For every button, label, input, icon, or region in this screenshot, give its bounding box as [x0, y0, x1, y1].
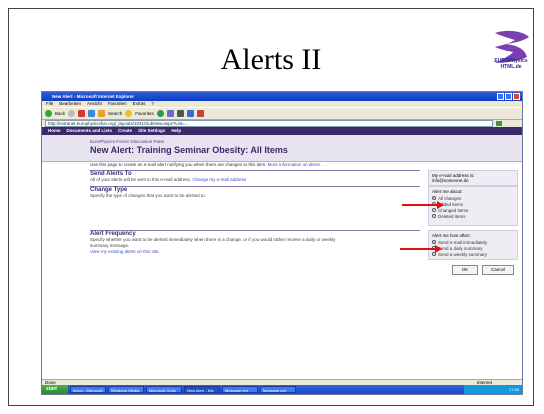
favorites-button[interactable]: Favorites	[135, 111, 154, 116]
menu-tools[interactable]: Extras	[133, 101, 146, 107]
view-alerts-link[interactable]: View my existing alerts on this site.	[90, 249, 420, 255]
maximize-button[interactable]	[505, 93, 512, 100]
back-button[interactable]: Back	[55, 111, 65, 116]
page-header: EuroPhysics Forum Discussion Pane New Al…	[42, 135, 522, 162]
option-deleted-items[interactable]: Deleted items	[432, 213, 514, 219]
system-tray-clock: 17:55	[464, 385, 522, 394]
close-button[interactable]	[513, 93, 520, 100]
address-bar: http://extranet.europhysicsfun.org/_layo…	[42, 120, 522, 127]
taskbar-item-active[interactable]: New Alert - Mic	[184, 386, 220, 393]
go-button[interactable]	[496, 121, 502, 126]
ok-button[interactable]: OK	[452, 265, 478, 275]
taskbar-item[interactable]: Message ext	[260, 386, 296, 393]
page-title: New Alert: Training Seminar Obesity: All…	[90, 145, 288, 155]
star-icon[interactable]	[125, 110, 133, 117]
nav-documents-lists[interactable]: Documents and Lists	[67, 127, 113, 135]
radio[interactable]	[432, 208, 436, 212]
messenger-icon[interactable]	[196, 110, 204, 117]
email-box: My e-mail address is: info@someone.de	[428, 170, 518, 186]
nav-create[interactable]: Create	[118, 127, 132, 135]
radio[interactable]	[432, 214, 436, 218]
search-button[interactable]: Search	[108, 111, 122, 116]
option-weekly-summary[interactable]: Send a weekly summary	[432, 251, 514, 257]
minimize-button[interactable]	[497, 93, 504, 100]
change-type-desc: Specify the type of changes that you wan…	[90, 193, 206, 198]
history-icon[interactable]	[156, 110, 164, 117]
sharepoint-topnav: Home Documents and Lists Create Site Set…	[42, 127, 522, 135]
send-alerts-desc: All of your alerts will be sent to this …	[90, 177, 192, 182]
address-input[interactable]: http://extranet.europhysicsfun.org/_layo…	[45, 120, 493, 127]
print-icon[interactable]	[176, 110, 184, 117]
menu-view[interactable]: Ansicht	[87, 101, 102, 107]
browser-toolbar: Back Search Favorites	[42, 107, 522, 120]
taskbar-item[interactable]: Microsoft Outlo	[146, 386, 182, 393]
taskbar-item[interactable]: Message ext	[222, 386, 258, 393]
edit-icon[interactable]	[186, 110, 194, 117]
slide: Alerts II EUROPhysics HTML.de New Alert -…	[8, 8, 534, 406]
window-title: New Alert - Microsoft Internet Explorer	[52, 94, 135, 99]
forward-icon[interactable]	[68, 110, 76, 117]
nav-site-settings[interactable]: Site Settings	[138, 127, 165, 135]
refresh-icon[interactable]	[88, 110, 96, 117]
intro-text: Use this page to create an e-mail alert …	[90, 162, 322, 167]
browser-titlebar: New Alert - Microsoft Internet Explorer	[42, 92, 522, 101]
alert-frequency-desc: Specify whether you want to be alerted i…	[90, 237, 336, 248]
intro-link[interactable]: More information on alerts.	[268, 162, 322, 167]
red-arrow-frequency	[400, 245, 442, 253]
menu-edit[interactable]: Bearbeiten	[59, 101, 81, 107]
logo-text: EUROPhysics HTML.de	[494, 58, 528, 70]
email-value: info@someone.de	[432, 178, 469, 183]
browser-screenshot: New Alert - Microsoft Internet Explorer …	[41, 91, 523, 395]
home-icon[interactable]	[98, 110, 106, 117]
radio-selected[interactable]	[432, 196, 436, 200]
back-icon[interactable]	[45, 110, 52, 117]
stop-icon[interactable]	[78, 110, 86, 117]
slide-title: Alerts II	[220, 43, 322, 76]
taskbar: start Inbox - Microsoft Windows Media Mi…	[42, 385, 522, 394]
menu-file[interactable]: File	[46, 101, 53, 107]
alert-form: Use this page to create an e-mail alert …	[90, 162, 520, 275]
menu-help[interactable]: ?	[151, 101, 154, 107]
menu-favorites[interactable]: Favoriten	[108, 101, 127, 107]
mail-icon[interactable]	[166, 110, 174, 117]
change-email-link[interactable]: Change my e-mail address	[192, 177, 246, 182]
nav-help[interactable]: Help	[171, 127, 181, 135]
nav-home[interactable]: Home	[48, 127, 61, 135]
taskbar-item[interactable]: Windows Media	[108, 386, 144, 393]
red-arrow-change-type	[402, 201, 444, 209]
site-name: EuroPhysics Forum Discussion Pane	[90, 139, 165, 144]
taskbar-item[interactable]: Inbox - Microsoft	[70, 386, 106, 393]
radio-selected[interactable]	[432, 240, 436, 244]
start-button[interactable]: start	[42, 385, 68, 394]
cancel-button[interactable]: Cancel	[482, 265, 514, 275]
